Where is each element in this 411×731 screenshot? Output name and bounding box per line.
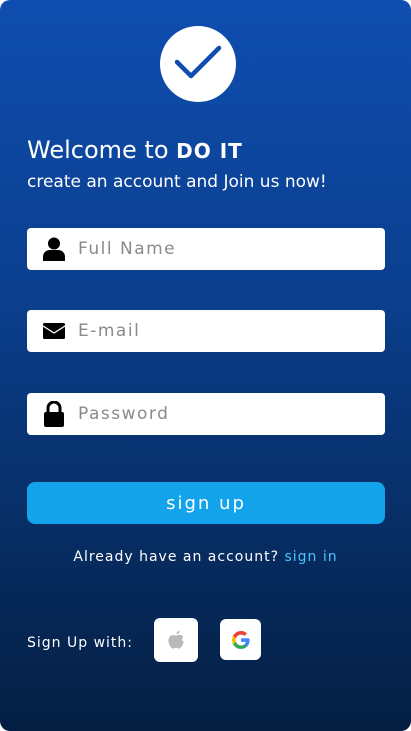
lock-icon (40, 400, 68, 428)
welcome-text: Welcome to (27, 136, 177, 164)
google-signup-button[interactable] (220, 619, 261, 660)
signup-screen: Welcome to DO IT create an account and J… (0, 0, 411, 731)
google-icon (231, 630, 250, 649)
checkmark-icon (174, 45, 222, 79)
full-name-input[interactable] (76, 227, 385, 271)
welcome-subtitle: create an account and Join us now! (27, 172, 327, 192)
social-signup-label: Sign Up with: (27, 635, 133, 651)
email-field[interactable] (27, 309, 385, 353)
full-name-field[interactable] (27, 227, 385, 271)
welcome-heading: Welcome to DO IT (27, 134, 243, 167)
email-input[interactable] (76, 309, 385, 353)
apple-signup-button[interactable] (154, 618, 198, 662)
sign-in-prompt: Already have an account? sign in (0, 549, 411, 565)
envelope-icon (40, 317, 68, 345)
sign-in-prompt-text: Already have an account? (73, 549, 280, 565)
password-field[interactable] (27, 392, 385, 436)
sign-up-button[interactable]: sign up (27, 482, 385, 524)
password-input[interactable] (76, 392, 385, 436)
apple-icon (168, 630, 184, 649)
app-logo (160, 26, 236, 102)
sign-in-link[interactable]: sign in (284, 549, 337, 565)
user-icon (40, 235, 68, 263)
brand-name: DO IT (176, 139, 243, 163)
